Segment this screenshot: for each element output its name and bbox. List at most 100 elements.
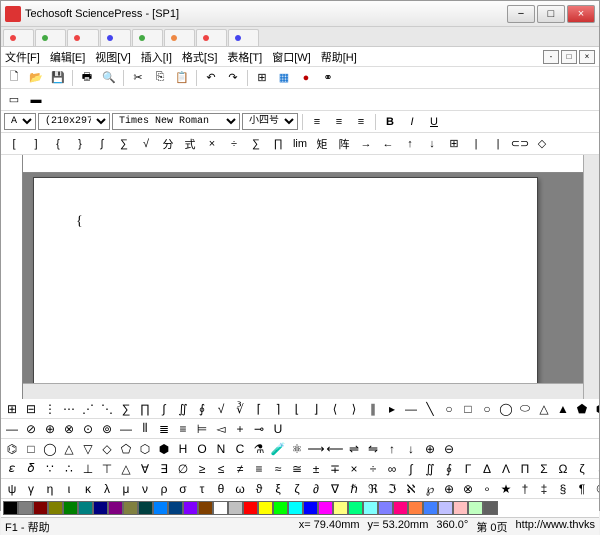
bg-tab[interactable] (228, 29, 259, 46)
symbol-button[interactable]: ÷ (224, 135, 244, 153)
color-swatch[interactable] (363, 501, 378, 515)
symbol-button[interactable]: ⫴ (136, 420, 154, 437)
symbol-button[interactable]: ℵ (402, 480, 420, 497)
symbol-button[interactable]: 式 (180, 135, 200, 153)
symbol-button[interactable]: ∅ (174, 460, 192, 477)
symbol-button[interactable]: ∫ (92, 135, 112, 153)
symbol-button[interactable]: { (48, 135, 68, 153)
symbol-button[interactable]: 𝛿 (22, 460, 40, 477)
new-icon[interactable]: 🗋 (4, 69, 24, 87)
close-button[interactable]: × (567, 5, 595, 23)
color-swatch[interactable] (348, 501, 363, 515)
symbol-button[interactable]: ⋱ (98, 400, 116, 417)
symbol-button[interactable]: ≤ (212, 460, 230, 477)
symbol-button[interactable]: □ (22, 440, 40, 457)
symbol-button[interactable]: ⋮ (41, 400, 59, 417)
symbol-button[interactable]: ⊙ (79, 420, 97, 437)
record-icon[interactable]: ● (296, 69, 316, 87)
symbol-button[interactable]: + (231, 420, 249, 437)
color-swatch[interactable] (18, 501, 33, 515)
symbol-button[interactable]: 矩 (312, 135, 332, 153)
bold-button[interactable]: B (380, 113, 400, 131)
mdi-minimize-button[interactable]: - (543, 50, 559, 64)
bg-tab[interactable] (3, 29, 34, 46)
symbol-button[interactable]: × (202, 135, 222, 153)
symbol-button[interactable]: — (117, 420, 135, 437)
symbol-button[interactable]: 分 (158, 135, 178, 153)
symbol-button[interactable]: ≥ (193, 460, 211, 477)
symbol-button[interactable]: ∘ (478, 480, 496, 497)
symbol-button[interactable]: □ (459, 400, 477, 417)
color-swatch[interactable] (258, 501, 273, 515)
symbol-button[interactable]: } (70, 135, 90, 153)
grid-icon[interactable]: ▦ (274, 69, 294, 87)
paste-icon[interactable]: 📋 (172, 69, 192, 87)
fill-icon[interactable]: ▬ (26, 91, 46, 109)
symbol-button[interactable]: ÷ (364, 460, 382, 477)
maximize-button[interactable]: □ (537, 5, 565, 23)
symbol-button[interactable]: ▲ (554, 400, 572, 417)
symbol-button[interactable]: ⬠ (117, 440, 135, 457)
underline-button[interactable]: U (424, 113, 444, 131)
color-swatch[interactable] (273, 501, 288, 515)
symbol-button[interactable]: ⬡ (136, 440, 154, 457)
symbol-button[interactable]: | (488, 135, 508, 153)
symbol-button[interactable]: ○ (478, 400, 496, 417)
bg-tab[interactable] (132, 29, 163, 46)
bg-tab[interactable] (100, 29, 131, 46)
mdi-close-button[interactable]: × (579, 50, 595, 64)
menu-insert[interactable]: 插入[I] (141, 49, 172, 65)
symbol-button[interactable]: ◯ (497, 400, 515, 417)
symbol-button[interactable]: Γ (459, 460, 477, 477)
symbol-button[interactable]: τ (193, 480, 211, 497)
symbol-button[interactable]: ≠ (231, 460, 249, 477)
symbol-button[interactable]: ⊚ (98, 420, 116, 437)
symbol-button[interactable]: § (554, 480, 572, 497)
symbol-button[interactable]: ⌊ (288, 400, 306, 417)
color-swatch[interactable] (93, 501, 108, 515)
symbol-button[interactable]: Δ (478, 460, 496, 477)
symbol-button[interactable]: ⊟ (22, 400, 40, 417)
minimize-button[interactable]: − (507, 5, 535, 23)
symbol-button[interactable]: ℏ (345, 480, 363, 497)
color-swatch[interactable] (183, 501, 198, 515)
symbol-button[interactable]: ℜ (364, 480, 382, 497)
symbol-button[interactable]: θ (212, 480, 230, 497)
symbol-button[interactable]: × (345, 460, 363, 477)
symbol-button[interactable]: ◯ (41, 440, 59, 457)
symbol-button[interactable]: 𝜀 (3, 460, 21, 477)
align-center-icon[interactable]: ≡ (329, 113, 349, 131)
symbol-button[interactable]: ∂ (307, 480, 325, 497)
symbol-button[interactable]: ⊂⊃ (510, 135, 530, 153)
symbol-button[interactable]: ∴ (60, 460, 78, 477)
symbol-button[interactable]: ⊘ (22, 420, 40, 437)
symbol-button[interactable]: ζ (288, 480, 306, 497)
symbol-button[interactable]: ≣ (155, 420, 173, 437)
symbol-button[interactable]: ⚗ (250, 440, 268, 457)
symbol-button[interactable]: N (212, 440, 230, 457)
color-swatch[interactable] (408, 501, 423, 515)
symbol-button[interactable]: [ (4, 135, 24, 153)
paper-dim-select[interactable]: (210x297) (38, 113, 110, 130)
symbol-button[interactable]: ∬ (174, 400, 192, 417)
bg-tab[interactable] (196, 29, 227, 46)
symbol-button[interactable]: O (193, 440, 211, 457)
symbol-button[interactable]: κ (79, 480, 97, 497)
symbol-button[interactable]: ⌋ (307, 400, 325, 417)
color-swatch[interactable] (213, 501, 228, 515)
symbol-button[interactable]: ≅ (288, 460, 306, 477)
symbol-button[interactable]: ∏ (136, 400, 154, 417)
symbol-button[interactable]: ▸ (383, 400, 401, 417)
symbol-button[interactable]: ∥ (364, 400, 382, 417)
color-swatch[interactable] (123, 501, 138, 515)
symbol-button[interactable]: ⌬ (3, 440, 21, 457)
color-swatch[interactable] (33, 501, 48, 515)
document-area[interactable]: { (23, 173, 583, 383)
color-swatch[interactable] (453, 501, 468, 515)
symbol-button[interactable]: — (402, 400, 420, 417)
symbol-button[interactable]: ϑ (250, 480, 268, 497)
color-swatch[interactable] (243, 501, 258, 515)
symbol-button[interactable]: ∑ (114, 135, 134, 153)
symbol-button[interactable]: ⊞ (3, 400, 21, 417)
cut-icon[interactable]: ✂ (128, 69, 148, 87)
